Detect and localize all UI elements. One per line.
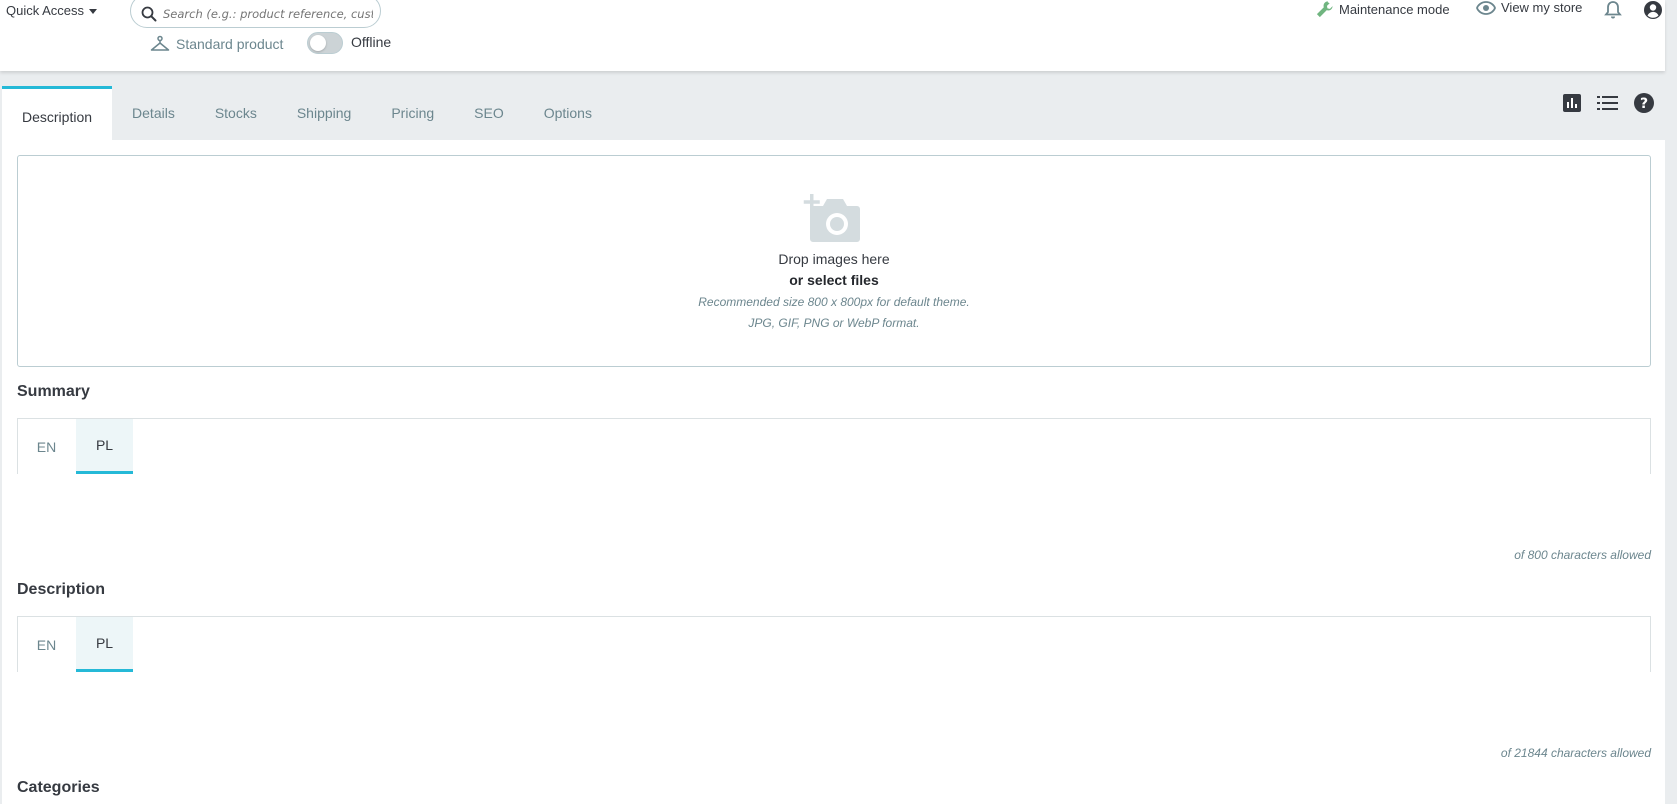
tab-options[interactable]: Options <box>524 86 612 140</box>
stats-chart-icon[interactable] <box>1562 93 1582 113</box>
maintenance-mode-label: Maintenance mode <box>1339 2 1450 17</box>
toggle-knob <box>310 35 326 51</box>
summary-char-counter: of 800 characters allowed <box>1514 548 1651 562</box>
tab-description[interactable]: Description <box>2 86 113 140</box>
product-type[interactable]: Standard product <box>150 33 283 55</box>
svg-text:?: ? <box>1640 96 1648 112</box>
main-panel: Drop images here or select files Recomme… <box>2 140 1665 804</box>
toolbar: ? <box>1562 92 1655 114</box>
image-dropzone[interactable]: Drop images here or select files Recomme… <box>17 155 1651 367</box>
view-my-store-link[interactable]: View my store <box>1476 0 1582 15</box>
maintenance-mode-link[interactable]: Maintenance mode <box>1315 0 1450 19</box>
tab-seo[interactable]: SEO <box>454 86 524 140</box>
quick-access-label: Quick Access <box>6 2 85 18</box>
tab-shipping[interactable]: Shipping <box>277 86 372 140</box>
account-icon[interactable] <box>1643 0 1663 23</box>
dropzone-hint-size: Recommended size 800 x 800px for default… <box>698 295 970 309</box>
search-input[interactable] <box>163 7 373 21</box>
description-char-counter: of 21844 characters allowed <box>1500 746 1651 760</box>
add-photo-icon <box>803 194 860 242</box>
summary-title: Summary <box>17 383 90 400</box>
tab-details[interactable]: Details <box>112 86 195 140</box>
search-box[interactable] <box>130 0 381 28</box>
status-label: Offline <box>351 34 392 50</box>
summary-lang-pl[interactable]: PL <box>76 419 133 474</box>
list-icon[interactable] <box>1597 94 1618 112</box>
notifications-bell-icon[interactable] <box>1604 0 1622 23</box>
summary-lang-en[interactable]: EN <box>18 419 75 474</box>
description-lang-tabs: EN PL <box>17 616 1651 672</box>
quick-access-dropdown[interactable]: Quick Access <box>6 1 98 19</box>
search-icon <box>141 6 157 22</box>
wrench-icon <box>1316 1 1333 18</box>
summary-lang-tabs: EN PL <box>17 418 1651 474</box>
help-icon[interactable]: ? <box>1633 92 1655 114</box>
product-type-label: Standard product <box>176 36 284 52</box>
hanger-icon <box>150 35 170 51</box>
categories-title: Categories <box>17 779 100 796</box>
tab-stocks[interactable]: Stocks <box>195 86 277 140</box>
description-lang-en[interactable]: EN <box>18 617 75 672</box>
dropzone-hint-format: JPG, GIF, PNG or WebP format. <box>748 316 920 330</box>
product-tabs: Description Details Stocks Shipping Pric… <box>2 86 612 140</box>
description-title: Description <box>17 581 106 598</box>
top-header: Quick Access Maintenance mode View my st… <box>0 0 1665 71</box>
online-toggle[interactable] <box>307 32 343 54</box>
caret-down-icon <box>89 8 98 14</box>
eye-icon <box>1476 0 1496 15</box>
select-files-link[interactable]: or select files <box>18 272 1650 288</box>
view-my-store-label: View my store <box>1501 0 1583 15</box>
dropzone-title: Drop images here <box>778 251 890 267</box>
tab-pricing[interactable]: Pricing <box>371 86 454 140</box>
description-lang-pl[interactable]: PL <box>76 617 133 672</box>
